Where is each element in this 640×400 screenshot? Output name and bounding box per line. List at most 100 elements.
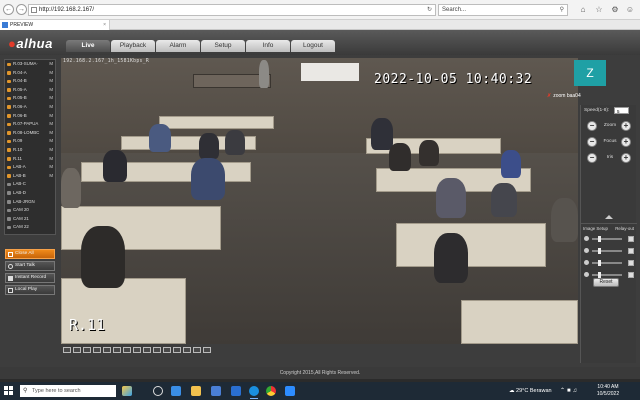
tab-close-icon[interactable]: × — [103, 20, 106, 30]
file-explorer-icon[interactable] — [191, 386, 201, 396]
camera-list-item[interactable]: R.08-LOMBC M — [5, 129, 55, 138]
saturation-slider[interactable] — [592, 262, 622, 264]
snapshot-icon[interactable] — [163, 346, 171, 353]
internet-explorer-icon[interactable] — [249, 386, 259, 399]
camera-list-item[interactable]: R.07-PAPUA M — [5, 120, 55, 129]
settings-gear-icon[interactable]: ⚙ — [610, 4, 620, 15]
task-view-icon[interactable] — [153, 386, 163, 396]
collapse-arrow-icon[interactable] — [605, 215, 613, 219]
taskbar-search-box[interactable]: ⚲ Type here to search — [20, 385, 116, 397]
iris-close-icon[interactable]: − — [587, 153, 597, 163]
instant-record-button[interactable]: Instant Record — [5, 273, 55, 283]
camera-stream-mode[interactable]: M — [49, 94, 53, 103]
browser-search-box[interactable]: Search... ⚲ — [438, 4, 568, 16]
menu-alarm[interactable]: Alarm — [156, 40, 200, 52]
smiley-icon[interactable]: ☺ — [625, 4, 635, 15]
forward-button-icon[interactable]: → — [16, 4, 27, 15]
camera-list-item[interactable]: LAB-JRGN — [5, 198, 55, 207]
camera-list-item[interactable]: LAB-B M — [5, 172, 55, 181]
image-setup-tab[interactable]: Image Setup — [583, 226, 608, 231]
camera-stream-mode[interactable]: M — [49, 155, 53, 164]
camera-list-item[interactable]: R.06-B M — [5, 112, 55, 121]
camera-stream-mode[interactable]: M — [49, 129, 53, 138]
camera-channel-list[interactable]: R.03-SUMA· M R.04-A M R.04-B M R.05-A M R.05-B M R… — [4, 59, 56, 235]
camera-stream-mode[interactable]: M — [49, 86, 53, 95]
home-icon[interactable]: ⌂ — [578, 4, 588, 15]
menu-info[interactable]: Info — [246, 40, 290, 52]
ratio-icon[interactable] — [143, 346, 151, 353]
saturation-slider-knob[interactable] — [598, 260, 601, 266]
view-25-icon[interactable] — [103, 346, 111, 353]
camera-stream-mode[interactable]: M — [49, 120, 53, 129]
zoom-in-icon[interactable]: + — [621, 121, 631, 131]
fullscreen-icon[interactable] — [133, 346, 141, 353]
camera-list-item[interactable]: LAB-A M — [5, 163, 55, 172]
contrast-slider[interactable] — [592, 250, 622, 252]
news-widget-icon[interactable] — [122, 386, 132, 396]
menu-live[interactable]: Live — [66, 40, 110, 52]
view-16-icon[interactable] — [93, 346, 101, 353]
audio-icon[interactable] — [183, 346, 191, 353]
camera-list-item[interactable]: R.06-A M — [5, 103, 55, 112]
menu-setup[interactable]: Setup — [201, 40, 245, 52]
camera-list-item[interactable]: R.03-SUMA· M — [5, 60, 55, 69]
camera-stream-mode[interactable]: M — [49, 103, 53, 112]
camera-stream-mode[interactable]: M — [49, 112, 53, 121]
start-talk-button[interactable]: Start Talk — [5, 261, 55, 271]
view-custom-icon[interactable] — [123, 346, 131, 353]
zoom-out-icon[interactable]: − — [587, 121, 597, 131]
favorites-star-icon[interactable]: ☆ — [594, 4, 604, 15]
zoom-app-icon[interactable] — [285, 386, 295, 396]
focus-in-icon[interactable]: + — [621, 137, 631, 147]
camera-stream-mode[interactable]: M — [49, 146, 53, 155]
camera-list-item[interactable]: R.04-B M — [5, 77, 55, 86]
hue-slider[interactable] — [592, 274, 622, 276]
single-view-icon[interactable] — [63, 346, 71, 353]
camera-list-item[interactable]: CAM 20 — [5, 206, 55, 215]
contrast-slider-knob[interactable] — [598, 248, 601, 254]
camera-stream-mode[interactable]: M — [49, 69, 53, 78]
weather-widget[interactable]: ☁ 29°C Berawan — [509, 386, 552, 396]
reset-button[interactable]: Reset — [593, 278, 619, 287]
contrast-value-box[interactable] — [628, 248, 634, 254]
camera-list-item[interactable]: R.05-B M — [5, 94, 55, 103]
ptz-tool-icon[interactable] — [203, 346, 211, 353]
close-all-button[interactable]: Close All — [5, 249, 55, 259]
view-36-icon[interactable] — [113, 346, 121, 353]
camera-stream-mode[interactable]: M — [49, 60, 53, 69]
refresh-icon[interactable]: ↻ — [427, 5, 432, 15]
camera-stream-mode[interactable]: M — [49, 137, 53, 146]
camera-list-item[interactable]: LAB-D — [5, 189, 55, 198]
camera-list-item[interactable]: R.04-A M — [5, 69, 55, 78]
brightness-slider-knob[interactable] — [598, 236, 601, 242]
camera-list-item[interactable]: CAM 22 — [5, 223, 55, 232]
ptz-speed-select[interactable]: 5 — [614, 107, 629, 114]
camera-stream-mode[interactable]: M — [49, 163, 53, 172]
hue-value-box[interactable] — [628, 272, 634, 278]
local-play-button[interactable]: Local Play — [5, 285, 55, 295]
live-video-feed[interactable]: 192.168.2.167_1h_1581Kbps_R 2022-10-05 1… — [61, 58, 578, 344]
back-button-icon[interactable]: ← — [3, 4, 14, 15]
camera-list-item[interactable]: R.11 M — [5, 155, 55, 164]
edge-icon[interactable] — [171, 386, 181, 396]
record-icon[interactable] — [173, 346, 181, 353]
camera-list-item[interactable]: R.09 M — [5, 137, 55, 146]
browser-tab-preview[interactable]: PREVIEW × — [0, 20, 110, 30]
chrome-icon[interactable] — [266, 386, 276, 396]
fluency-icon[interactable] — [153, 346, 161, 353]
windows-start-icon[interactable] — [4, 386, 14, 396]
camera-stream-mode[interactable]: M — [49, 172, 53, 181]
relay-out-tab[interactable]: Relay-out — [615, 226, 634, 231]
brightness-slider[interactable] — [592, 238, 622, 240]
menu-logout[interactable]: Logout — [291, 40, 335, 52]
camera-list-item[interactable]: R.10 M — [5, 146, 55, 155]
camera-list-item[interactable]: R.05-A M — [5, 86, 55, 95]
taskbar-clock[interactable]: 10:40 AM 10/5/2022 — [592, 384, 624, 398]
store-icon[interactable] — [211, 386, 221, 396]
camera-stream-mode[interactable]: M — [49, 77, 53, 86]
system-tray-icons[interactable]: ⌃■♫ — [560, 386, 579, 396]
zoom-tool-icon[interactable] — [193, 346, 201, 353]
menu-playback[interactable]: Playback — [111, 40, 155, 52]
camera-list-item[interactable]: CAM 21 — [5, 215, 55, 224]
address-bar[interactable]: http://192.168.2.167/ ↻ — [28, 4, 436, 16]
